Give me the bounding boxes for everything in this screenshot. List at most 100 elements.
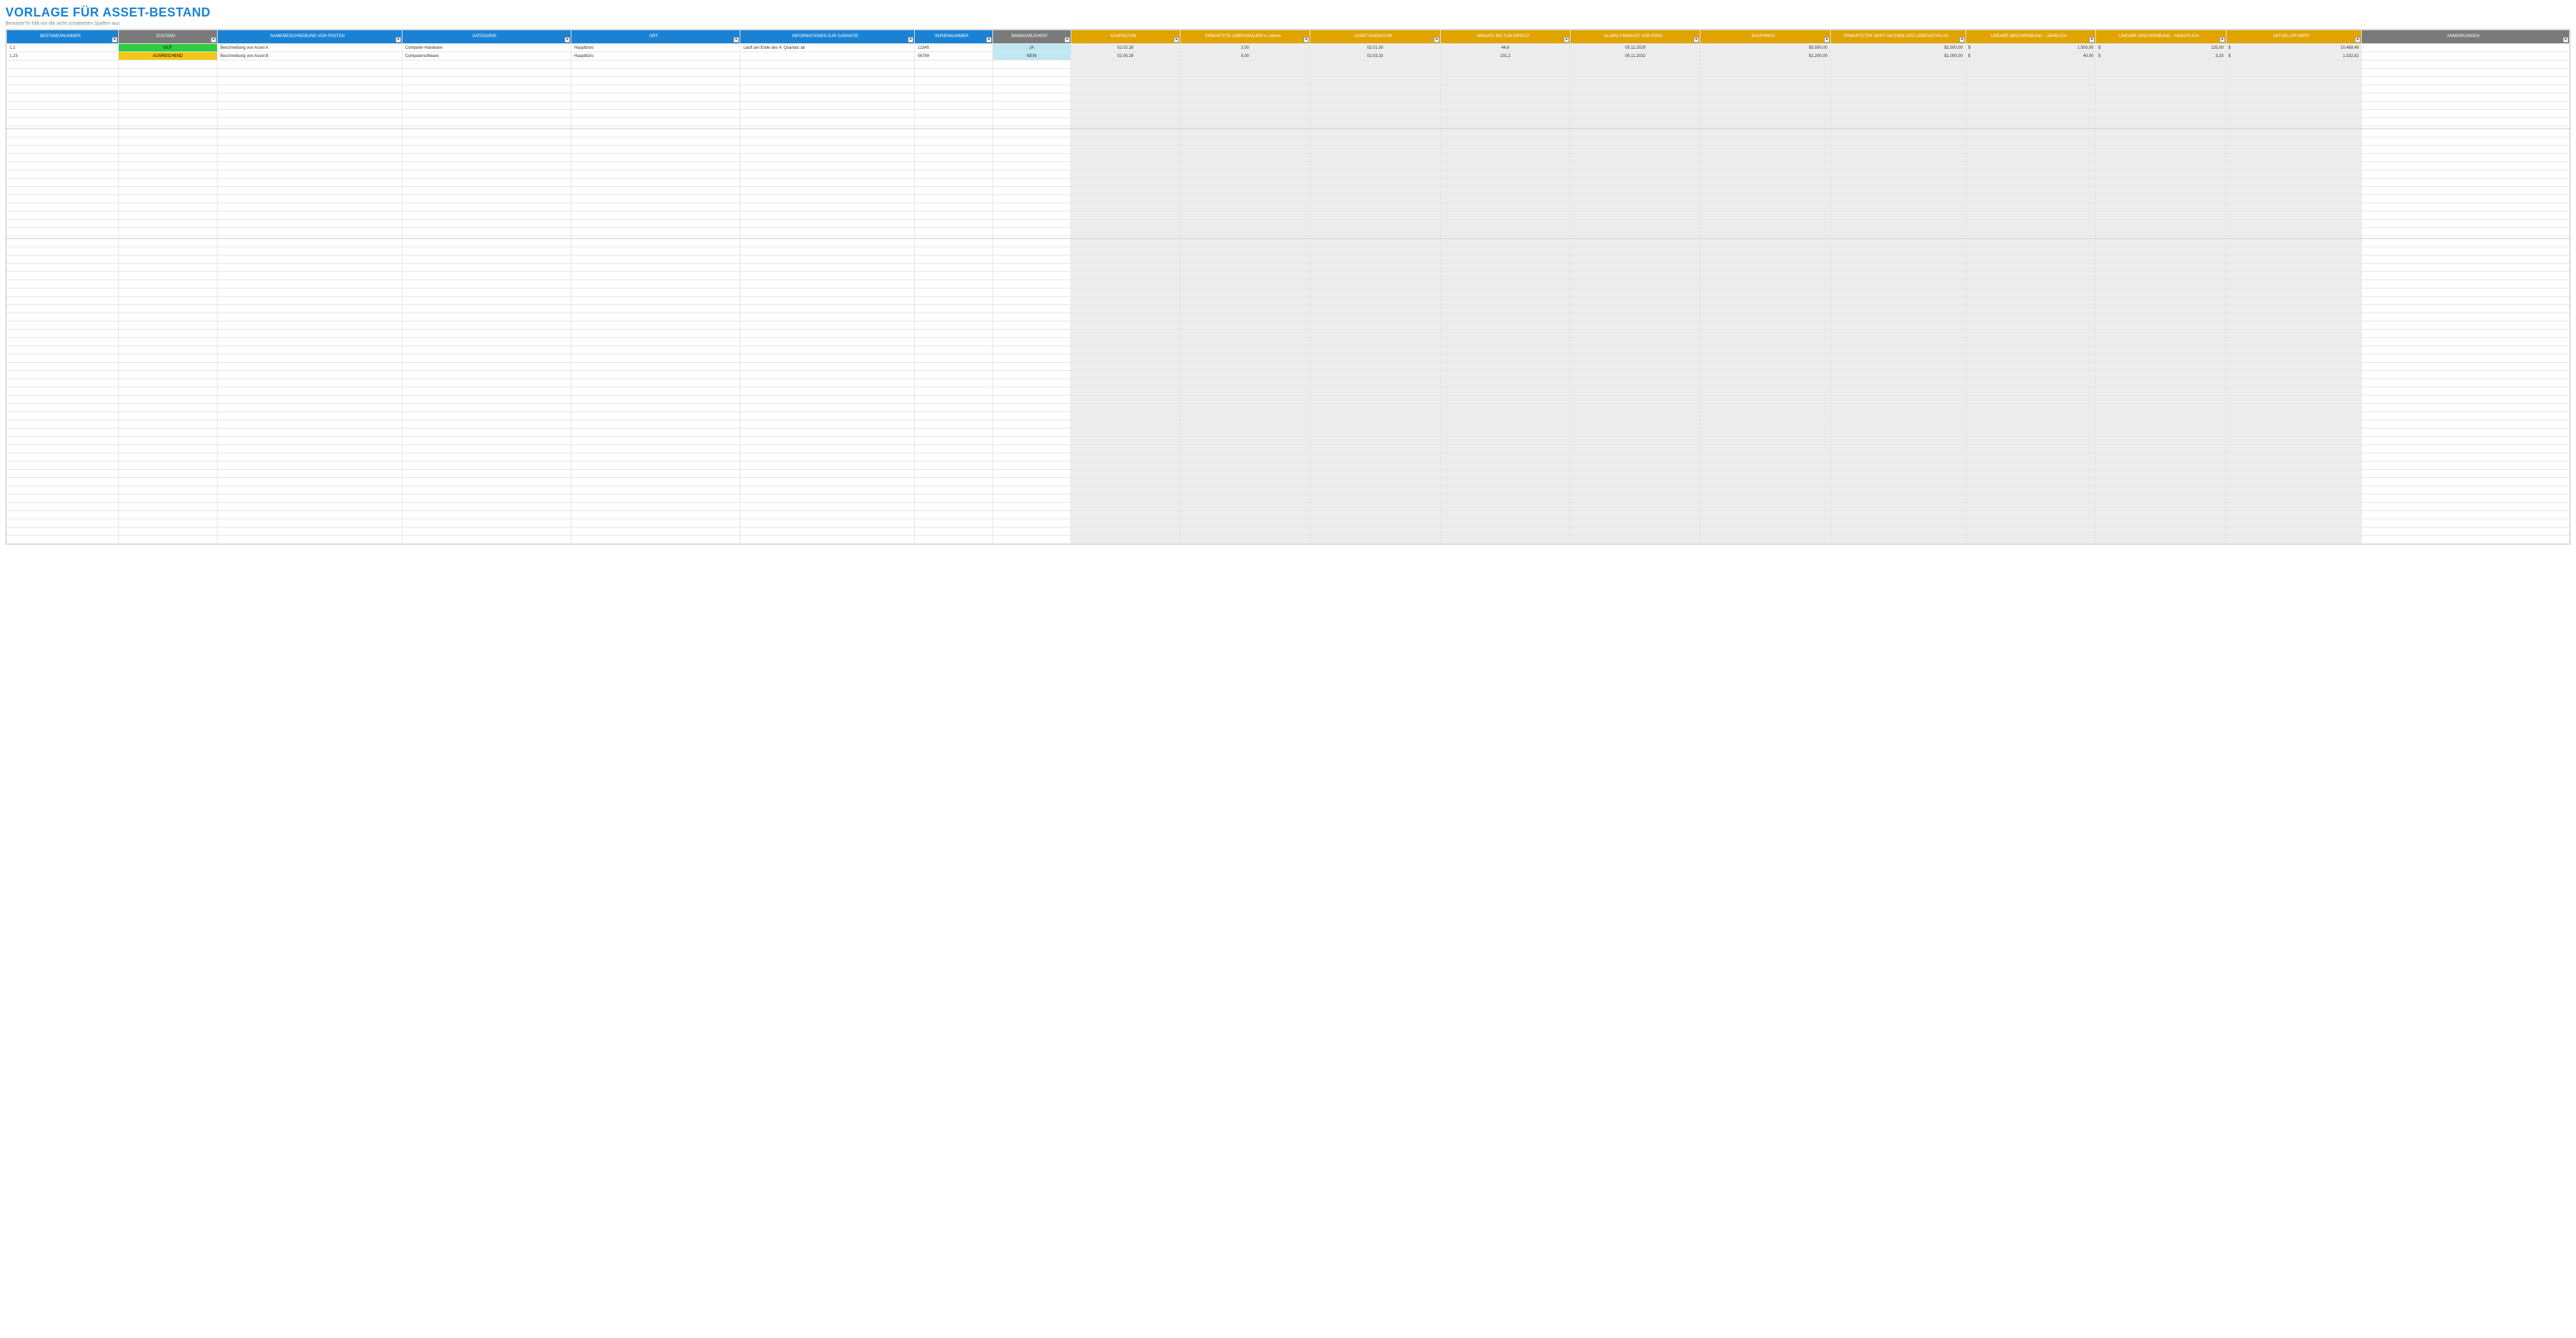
empty-cell[interactable] (1830, 305, 1965, 313)
empty-cell[interactable] (1571, 187, 1700, 195)
empty-cell[interactable] (740, 297, 915, 305)
empty-cell[interactable] (1440, 412, 1570, 420)
empty-cell[interactable] (1965, 146, 2095, 154)
empty-cell[interactable] (1440, 363, 1570, 371)
empty-cell[interactable] (2096, 412, 2226, 420)
empty-cell[interactable] (1071, 280, 1180, 288)
empty-cell[interactable] (1310, 429, 1440, 437)
empty-cell[interactable] (1700, 212, 1830, 220)
empty-cell[interactable] (1700, 330, 1830, 338)
empty-cell[interactable] (1965, 354, 2095, 363)
empty-cell[interactable] (1310, 118, 1440, 126)
empty-cell[interactable] (1310, 256, 1440, 264)
empty-cell[interactable] (7, 462, 119, 470)
empty-cell[interactable] (992, 338, 1071, 346)
empty-cell[interactable] (1571, 162, 1700, 170)
empty-cell[interactable] (2361, 256, 2569, 264)
empty-cell[interactable] (1310, 187, 1440, 195)
empty-cell[interactable] (1965, 519, 2095, 528)
empty-cell[interactable] (1180, 129, 1310, 137)
empty-cell[interactable] (1440, 154, 1570, 162)
empty-cell[interactable] (2096, 77, 2226, 85)
empty-cell[interactable] (1571, 228, 1700, 236)
empty-cell[interactable] (1310, 371, 1440, 379)
empty-cell[interactable] (992, 396, 1071, 404)
empty-cell[interactable] (915, 412, 993, 420)
empty-cell[interactable] (1830, 288, 1965, 297)
empty-cell[interactable] (217, 379, 402, 387)
empty-cell[interactable] (2096, 404, 2226, 412)
empty-cell[interactable] (740, 212, 915, 220)
empty-cell[interactable] (1965, 179, 2095, 187)
empty-cell[interactable] (7, 256, 119, 264)
empty-cell[interactable] (1571, 77, 1700, 85)
empty-cell[interactable] (1571, 102, 1700, 110)
empty-cell[interactable] (571, 137, 740, 146)
empty-cell[interactable] (1830, 445, 1965, 453)
empty-cell[interactable] (1071, 420, 1180, 429)
empty-cell[interactable] (1310, 536, 1440, 544)
empty-cell[interactable] (1440, 354, 1570, 363)
empty-cell[interactable] (1830, 519, 1965, 528)
empty-cell[interactable] (2361, 387, 2569, 396)
empty-cell[interactable] (992, 503, 1071, 511)
empty-cell[interactable] (118, 212, 217, 220)
empty-cell[interactable] (1180, 110, 1310, 118)
empty-cell[interactable] (1700, 239, 1830, 247)
empty-cell[interactable] (1700, 247, 1830, 256)
empty-cell[interactable] (992, 495, 1071, 503)
empty-cell[interactable] (1965, 154, 2095, 162)
empty-cell[interactable] (2226, 118, 2361, 126)
empty-cell[interactable] (217, 511, 402, 519)
empty-cell[interactable] (1440, 170, 1570, 179)
empty-cell[interactable] (740, 60, 915, 69)
empty-cell[interactable] (2226, 396, 2361, 404)
cell-serial[interactable]: 12345 (915, 44, 993, 52)
empty-cell[interactable] (1965, 129, 2095, 137)
empty-cell[interactable] (1310, 470, 1440, 478)
empty-cell[interactable] (7, 280, 119, 288)
empty-cell[interactable] (2361, 93, 2569, 102)
empty-cell[interactable] (1965, 212, 2095, 220)
cell-wert[interactable]: $10.468,49 (2226, 44, 2361, 52)
empty-cell[interactable] (1310, 239, 1440, 247)
empty-cell[interactable] (2096, 247, 2226, 256)
empty-cell[interactable] (1965, 437, 2095, 445)
empty-cell[interactable] (1440, 60, 1570, 69)
cell-serial[interactable]: 56789 (915, 52, 993, 60)
empty-cell[interactable] (1965, 478, 2095, 486)
empty-cell[interactable] (7, 503, 119, 511)
empty-cell[interactable] (1571, 256, 1700, 264)
empty-cell[interactable] (1965, 396, 2095, 404)
empty-cell[interactable] (118, 220, 217, 228)
empty-cell[interactable] (2096, 371, 2226, 379)
empty-cell[interactable] (1571, 93, 1700, 102)
filter-drop-icon[interactable] (1564, 37, 1569, 43)
empty-cell[interactable] (1830, 212, 1965, 220)
empty-cell[interactable] (2361, 288, 2569, 297)
empty-cell[interactable] (1571, 179, 1700, 187)
cell-abm[interactable]: $3,33 (2096, 52, 2226, 60)
empty-cell[interactable] (1180, 354, 1310, 363)
empty-cell[interactable] (118, 536, 217, 544)
empty-cell[interactable] (992, 305, 1071, 313)
empty-cell[interactable] (1965, 338, 2095, 346)
empty-cell[interactable] (2096, 60, 2226, 69)
empty-cell[interactable] (2096, 239, 2226, 247)
filter-drop-icon[interactable] (986, 37, 992, 43)
empty-cell[interactable] (1700, 313, 1830, 321)
empty-cell[interactable] (1180, 203, 1310, 212)
col-header-15[interactable]: LINEARE ABSCHREIBUNG – JÄHRLICH (1965, 30, 2095, 44)
empty-cell[interactable] (2226, 129, 2361, 137)
empty-cell[interactable] (1965, 247, 2095, 256)
empty-cell[interactable] (2226, 470, 2361, 478)
empty-cell[interactable] (992, 387, 1071, 396)
empty-cell[interactable] (2096, 470, 2226, 478)
empty-cell[interactable] (118, 102, 217, 110)
empty-cell[interactable] (1571, 129, 1700, 137)
empty-cell[interactable] (402, 305, 571, 313)
empty-cell[interactable] (1180, 288, 1310, 297)
empty-cell[interactable] (217, 102, 402, 110)
empty-cell[interactable] (2096, 305, 2226, 313)
empty-cell[interactable] (1071, 256, 1180, 264)
